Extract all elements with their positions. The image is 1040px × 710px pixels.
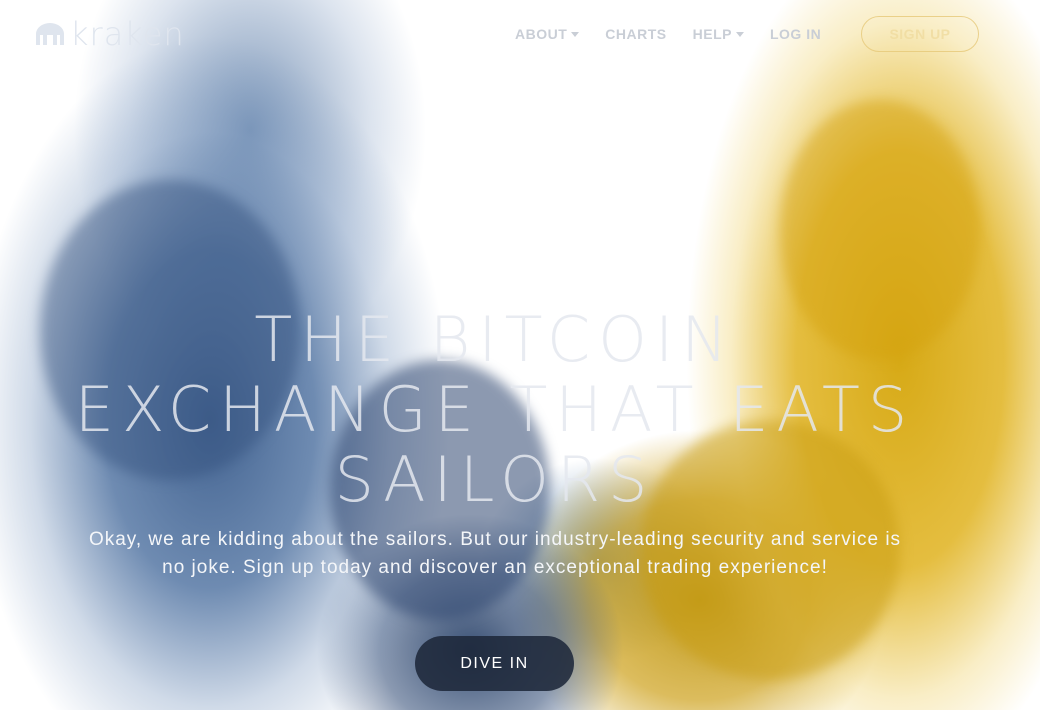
hero-headline: THE BITCOIN EXCHANGE THAT EATS SAILORS [74, 303, 916, 516]
kraken-logo-icon [36, 23, 64, 45]
signup-button[interactable]: SIGN UP [861, 16, 979, 52]
hero-subhead: Okay, we are kidding about the sailors. … [88, 529, 902, 578]
nav-item-help[interactable]: HELP [683, 18, 754, 50]
dive-in-button[interactable]: DIVE IN [415, 636, 574, 691]
kraken-logo[interactable]: kraken [34, 18, 185, 50]
nav-item-login[interactable]: LOG IN [760, 18, 831, 50]
logo-text: kraken [70, 15, 185, 53]
caret-down-icon [735, 31, 744, 37]
nav-item-label: LOG IN [769, 26, 822, 42]
nav-item-label: HELP [692, 26, 732, 42]
nav-item-about[interactable]: ABOUT [505, 18, 589, 50]
nav-item-label: ABOUT [515, 26, 568, 42]
nav-item-charts[interactable]: CHARTS [595, 18, 676, 50]
nav-item-label: CHARTS [605, 26, 667, 42]
caret-down-icon [571, 31, 580, 37]
main-nav: ABOUT CHARTS HELP LOG IN [505, 18, 837, 50]
